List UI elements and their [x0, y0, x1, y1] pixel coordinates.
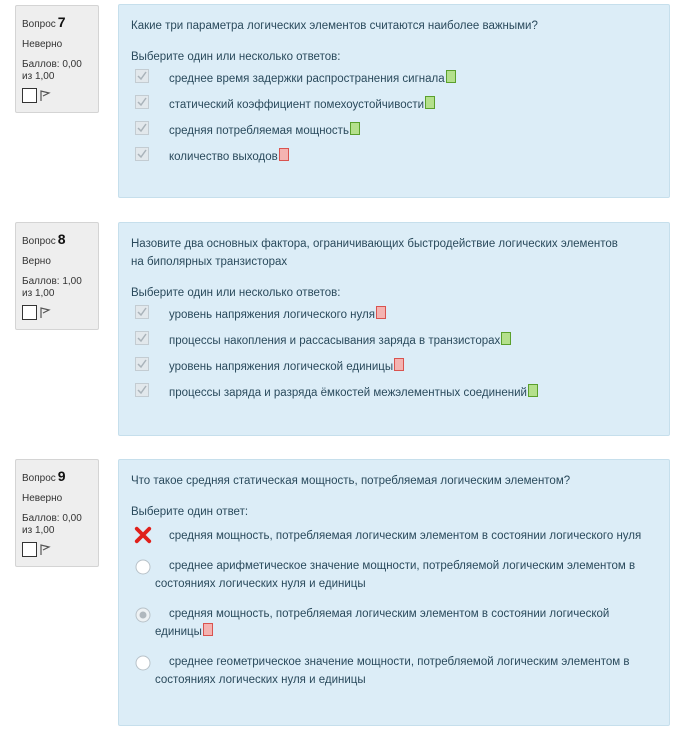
question-number: 9 [57, 468, 66, 484]
answer-prompt: Выберите один или несколько ответов: [131, 51, 341, 63]
radio-selected-icon[interactable] [135, 607, 151, 623]
answer-text: среднее время задержки распространения с… [169, 73, 445, 85]
checkbox-checked-icon[interactable] [135, 147, 149, 161]
question-info: Вопрос 7 Неверно Баллов: 0,00 из 1,00 [15, 5, 99, 113]
correct-icon [349, 122, 360, 135]
answer-text: уровень напряжения логической единицы [169, 361, 394, 373]
wrong-cross-icon [134, 526, 152, 544]
checkbox-checked-icon[interactable] [135, 331, 149, 345]
question-content: Какие три параметра логических элементов… [118, 4, 670, 198]
checkbox-checked-icon[interactable] [135, 357, 149, 371]
answer-option: процессы накопления и рассасывания заряд… [131, 327, 657, 353]
answer-text: количество выходов [169, 151, 278, 163]
question-label: Вопрос [22, 19, 56, 30]
answer-text: статический коэффициент помехоустойчивос… [169, 99, 425, 111]
radio-unselected-icon[interactable] [135, 559, 151, 575]
answer-prompt: Выберите один ответ: [131, 506, 249, 518]
correct-icon [425, 96, 436, 109]
checkbox-checked-icon[interactable] [135, 69, 149, 83]
incorrect-icon [394, 358, 405, 371]
answer-text: средняя мощность, потребляемая логически… [155, 608, 610, 638]
question-text-line: на биполярных транзисторах [131, 256, 288, 268]
radio-unselected-icon[interactable] [135, 655, 151, 671]
grade-max: из 1,00 [22, 71, 55, 82]
answer-option: статический коэффициент помехоустойчивос… [131, 91, 657, 117]
question-number: 7 [57, 14, 66, 30]
question-content: Что такое средняя статическая мощность, … [118, 459, 670, 726]
answer-option: процессы заряда и разряда ёмкостей межэл… [131, 379, 657, 405]
correct-icon [445, 70, 456, 83]
answer-option: среднее геометрическое значение мощности… [131, 650, 657, 692]
grade-text: Баллов: 0,00 [22, 59, 82, 70]
answer-text: средняя потребляемая мощность [169, 125, 349, 137]
answer-option: среднее арифметическое значение мощности… [131, 554, 657, 596]
answer-text: процессы накопления и рассасывания заряд… [169, 335, 501, 347]
checkbox-checked-icon[interactable] [135, 121, 149, 135]
grade-text: Баллов: 1,00 [22, 276, 82, 287]
correct-icon [501, 332, 512, 345]
grade-max: из 1,00 [22, 288, 55, 299]
question-content: Назовите два основных фактора, ограничив… [118, 222, 670, 436]
answer-text: среднее арифметическое значение мощности… [155, 560, 636, 590]
correct-icon [527, 384, 538, 397]
question-info: Вопрос 9 Неверно Баллов: 0,00 из 1,00 [15, 459, 99, 567]
grade-text: Баллов: 0,00 [22, 513, 82, 524]
incorrect-icon [278, 148, 289, 161]
answer-option: средняя потребляемая мощность [131, 117, 657, 143]
question-state: Верно [22, 256, 51, 267]
question-state: Неверно [22, 39, 63, 50]
flag-checkbox[interactable] [22, 305, 37, 320]
checkbox-checked-icon[interactable] [135, 95, 149, 109]
answer-text: уровень напряжения логического нуля [169, 309, 375, 321]
question-text: Что такое средняя статическая мощность, … [131, 475, 571, 487]
answer-text: процессы заряда и разряда ёмкостей межэл… [169, 387, 527, 399]
answer-option: среднее время задержки распространения с… [131, 65, 657, 91]
flag-icon[interactable] [39, 90, 51, 102]
question-text: Назовите два основных фактора, ограничив… [131, 235, 657, 271]
answer-option: средняя мощность, потребляемая логически… [131, 602, 657, 644]
answer-option: средняя мощность, потребляемая логически… [131, 524, 657, 548]
incorrect-icon [375, 306, 386, 319]
question-number: 8 [57, 231, 66, 247]
answer-text: средняя мощность, потребляемая логически… [169, 530, 642, 542]
checkbox-checked-icon[interactable] [135, 305, 149, 319]
answer-prompt: Выберите один или несколько ответов: [131, 287, 341, 299]
answer-option: уровень напряжения логической единицы [131, 353, 657, 379]
question-label: Вопрос [22, 236, 56, 247]
question-text-line: Назовите два основных фактора, ограничив… [131, 238, 618, 250]
answer-option: уровень напряжения логического нуля [131, 301, 657, 327]
answer-option: количество выходов [131, 143, 657, 169]
flag-icon[interactable] [39, 544, 51, 556]
question-info: Вопрос 8 Верно Баллов: 1,00 из 1,00 [15, 222, 99, 330]
flag-checkbox[interactable] [22, 88, 37, 103]
grade-max: из 1,00 [22, 525, 55, 536]
checkbox-checked-icon[interactable] [135, 383, 149, 397]
question-text: Какие три параметра логических элементов… [131, 20, 538, 32]
flag-icon[interactable] [39, 307, 51, 319]
question-label: Вопрос [22, 473, 56, 484]
answer-text: среднее геометрическое значение мощности… [155, 656, 630, 686]
flag-checkbox[interactable] [22, 542, 37, 557]
question-state: Неверно [22, 493, 63, 504]
incorrect-icon [202, 623, 213, 636]
